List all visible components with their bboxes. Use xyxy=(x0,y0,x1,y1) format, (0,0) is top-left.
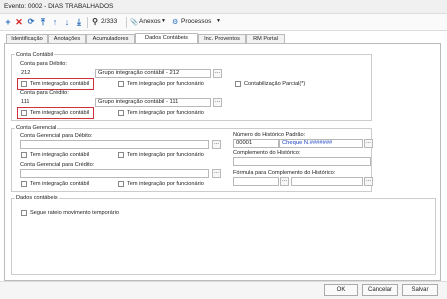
tab-label: Acumuladores xyxy=(92,36,129,42)
checkbox-label: Tem integração por funcionário xyxy=(127,81,204,87)
checkbox-label: Segue rateio movimento temporário xyxy=(30,210,119,216)
gear-icon: ⚙ xyxy=(172,19,179,26)
credit-employee-checkbox[interactable] xyxy=(118,110,124,116)
toolbar-divider xyxy=(87,17,88,28)
previous-record-icon[interactable]: ↑ xyxy=(50,16,60,28)
window-titlebar: Evento: 0002 - DIAS TRABALHADOS xyxy=(0,0,447,14)
section-title: Conta Contábil xyxy=(15,52,55,58)
history-formula-label: Fórmula para Complemento do Histórico: xyxy=(233,170,336,176)
refresh-icon[interactable]: ⟳ xyxy=(26,16,36,28)
browse-button[interactable]: ... xyxy=(280,177,289,186)
checkbox-label: Contabilização Parcial(*) xyxy=(244,81,306,87)
managerial-debit-label: Conta Gerencial para Débito: xyxy=(20,133,93,139)
checkbox-label: Tem integração por funcionário xyxy=(127,181,204,187)
credit-account-label: Conta para Crédito: xyxy=(20,90,69,96)
annexes-menu[interactable]: Anexos xyxy=(139,18,161,25)
managerial-credit-employee-checkbox[interactable] xyxy=(118,181,124,187)
add-icon[interactable]: + xyxy=(3,16,13,28)
browse-button[interactable]: ... xyxy=(364,139,373,148)
managerial-credit-field[interactable] xyxy=(20,169,209,178)
debit-account-value: 212 xyxy=(21,70,31,76)
chevron-down-icon[interactable]: ▼ xyxy=(161,18,166,24)
history-number-field[interactable]: 00001 xyxy=(233,139,279,148)
section-title: Dados contábeis xyxy=(15,195,59,201)
debit-employee-checkbox[interactable] xyxy=(118,81,124,87)
processes-menu[interactable]: Processos xyxy=(181,18,211,25)
credit-group-field[interactable]: Grupo integração contábil - 111 xyxy=(95,98,211,107)
managerial-credit-integration-checkbox[interactable] xyxy=(21,181,27,187)
managerial-debit-employee-checkbox[interactable] xyxy=(118,152,124,158)
formula-description-field[interactable] xyxy=(291,177,363,186)
history-complement-label: Complemento do Histórico: xyxy=(233,150,301,156)
debit-integration-checkbox[interactable] xyxy=(21,81,27,87)
browse-button[interactable]: ... xyxy=(212,169,221,178)
history-complement-field[interactable] xyxy=(233,157,371,166)
ok-button[interactable]: OK xyxy=(324,284,358,296)
record-counter: 2/333 xyxy=(101,18,118,25)
tab-label: Inc. Proventos xyxy=(204,36,240,42)
credit-account-value: 111 xyxy=(21,99,30,105)
formula-code-field[interactable] xyxy=(233,177,279,186)
checkbox-label: Tem integração por funcionário xyxy=(127,152,204,158)
first-record-icon[interactable]: ⤒ xyxy=(38,16,48,28)
tab-bar: Identificação Anotações Acumuladores Dad… xyxy=(0,31,447,44)
managerial-debit-integration-checkbox[interactable] xyxy=(21,152,27,158)
history-number-label: Número do Histórico Padrão: xyxy=(233,132,306,138)
toolbar-divider xyxy=(126,17,127,28)
managerial-debit-field[interactable] xyxy=(20,140,209,149)
browse-button[interactable]: ... xyxy=(364,177,373,186)
managerial-credit-label: Conta Gerencial para Crédito: xyxy=(20,162,95,168)
checkbox-label: Tem integração contábil xyxy=(30,152,90,158)
last-record-icon[interactable]: ⤓ xyxy=(74,16,84,28)
debit-account-label: Conta para Débito: xyxy=(20,61,67,67)
next-record-icon[interactable]: ↓ xyxy=(62,16,72,28)
tab-label: Identificação xyxy=(11,36,43,42)
section-title: Conta Gerencial xyxy=(15,125,58,131)
tab-label: Anotações xyxy=(53,36,81,42)
browse-button[interactable]: ... xyxy=(213,98,222,107)
checkbox-label: Tem integração contábil xyxy=(30,81,90,87)
temporary-movement-apportionment-checkbox[interactable] xyxy=(21,210,27,216)
attachment-icon: 📎 xyxy=(130,19,139,26)
dialog-button-bar: OK Cancelar Salvar xyxy=(0,281,447,299)
delete-icon[interactable]: ✕ xyxy=(14,16,24,28)
tab-content-panel: Conta Contábil Conta para Débito: 212 Gr… xyxy=(4,43,441,281)
history-description-field[interactable]: Cheque N.####### xyxy=(279,139,363,148)
save-button[interactable]: Salvar xyxy=(402,284,438,296)
checkbox-label: Tem integração contábil xyxy=(30,110,90,116)
partial-accounting-checkbox[interactable] xyxy=(235,81,241,87)
search-icon[interactable]: ⚲ xyxy=(90,16,100,28)
browse-button[interactable]: ... xyxy=(212,140,221,149)
tab-label: RM Portal xyxy=(253,36,278,42)
checkbox-label: Tem integração contábil xyxy=(30,181,90,187)
tab-label: Dados Contábeis xyxy=(145,35,188,41)
chevron-down-icon[interactable]: ▼ xyxy=(216,18,221,24)
window-title: Evento: 0002 - DIAS TRABALHADOS xyxy=(4,3,114,10)
cancel-button[interactable]: Cancelar xyxy=(362,284,398,296)
checkbox-label: Tem integração por funcionário xyxy=(127,110,204,116)
browse-button[interactable]: ... xyxy=(213,69,222,78)
debit-group-field[interactable]: Grupo integração contábil - 212 xyxy=(95,69,211,78)
credit-integration-checkbox[interactable] xyxy=(21,110,27,116)
toolbar: + ✕ ⟳ ⤒ ↑ ↓ ⤓ ⚲ 2/333 📎 Anexos ▼ ⚙ Proce… xyxy=(0,14,447,31)
